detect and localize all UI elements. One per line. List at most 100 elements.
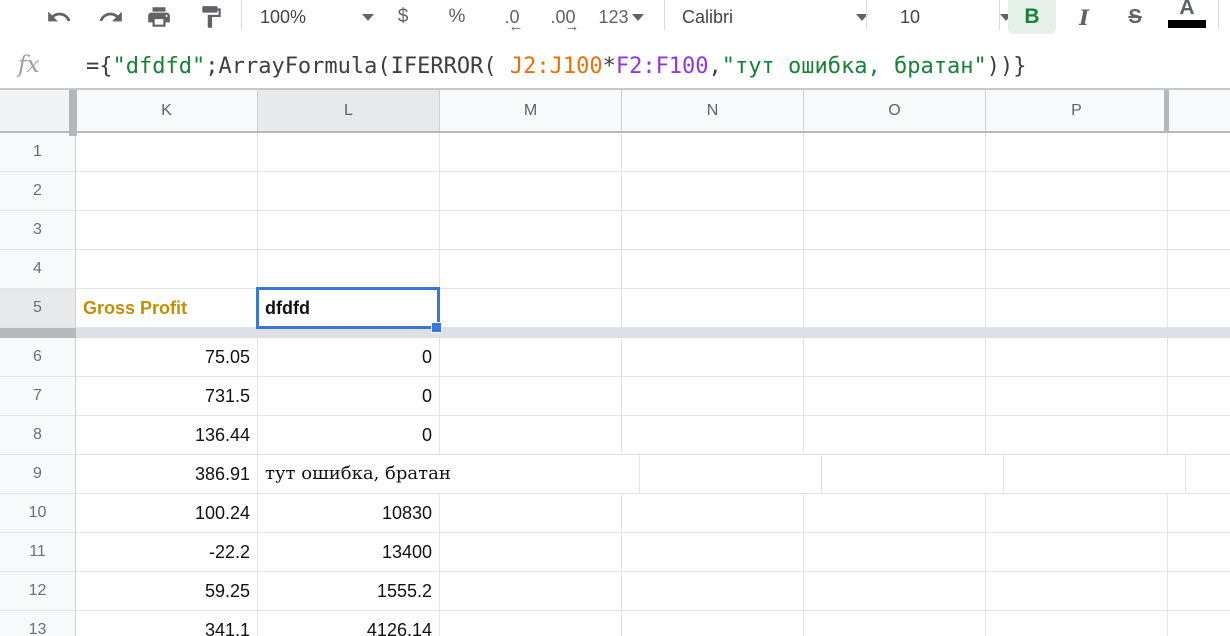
cell-partial-4[interactable] — [1168, 250, 1230, 289]
cell-P10[interactable] — [986, 494, 1168, 533]
cell-N9[interactable] — [639, 455, 822, 494]
cell-K6[interactable]: 75.05 — [76, 338, 258, 377]
cell-L6[interactable]: 0 — [258, 338, 440, 377]
cell-P4[interactable] — [986, 250, 1168, 289]
cell-N1[interactable] — [622, 133, 804, 172]
row-header-4[interactable]: 4 — [0, 250, 76, 289]
cell-partial-8[interactable] — [1168, 416, 1230, 455]
column-header-K[interactable]: K — [76, 90, 258, 131]
cell-M8[interactable] — [440, 416, 622, 455]
fill-handle[interactable] — [431, 322, 442, 333]
cell-M2[interactable] — [440, 172, 622, 211]
cell-N11[interactable] — [622, 533, 804, 572]
cell-O7[interactable] — [804, 377, 986, 416]
row-header-11[interactable]: 11 — [0, 533, 76, 572]
cell-L3[interactable] — [258, 211, 440, 250]
cell-P2[interactable] — [986, 172, 1168, 211]
cell-L7[interactable]: 0 — [258, 377, 440, 416]
cell-N12[interactable] — [622, 572, 804, 611]
decrease-decimal-button[interactable]: .0 ← — [492, 0, 532, 34]
cell-P3[interactable] — [986, 211, 1168, 250]
cell-partial-3[interactable] — [1168, 211, 1230, 250]
cell-partial-11[interactable] — [1168, 533, 1230, 572]
redo-button[interactable] — [92, 0, 130, 34]
row-header-6[interactable]: 6 — [0, 338, 76, 377]
cell-K9[interactable]: 386.91 — [76, 455, 258, 494]
cell-K8[interactable]: 136.44 — [76, 416, 258, 455]
cell-P12[interactable] — [986, 572, 1168, 611]
frozen-rows-handle[interactable] — [0, 328, 76, 338]
cell-partial-5[interactable] — [1168, 289, 1230, 328]
cell-N7[interactable] — [622, 377, 804, 416]
cell-K13[interactable]: 341.1 — [76, 611, 258, 636]
cell-L9[interactable]: тут ошибка, братан — [258, 455, 458, 494]
cell-M12[interactable] — [440, 572, 622, 611]
cell-K7[interactable]: 731.5 — [76, 377, 258, 416]
cell-L12[interactable]: 1555.2 — [258, 572, 440, 611]
cell-O3[interactable] — [804, 211, 986, 250]
cell-M10[interactable] — [440, 494, 622, 533]
row-header-3[interactable]: 3 — [0, 211, 76, 250]
cell-O12[interactable] — [804, 572, 986, 611]
cell-K12[interactable]: 59.25 — [76, 572, 258, 611]
cell-L13[interactable]: 4126.14 — [258, 611, 440, 636]
cell-K4[interactable] — [76, 250, 258, 289]
row-header-2[interactable]: 2 — [0, 172, 76, 211]
bold-button[interactable]: B — [1008, 0, 1056, 34]
cell-K1[interactable] — [76, 133, 258, 172]
cell-M5[interactable] — [440, 289, 622, 328]
column-header-partial[interactable] — [1168, 90, 1230, 131]
cell-L10[interactable]: 10830 — [258, 494, 440, 533]
cell-K10[interactable]: 100.24 — [76, 494, 258, 533]
cell-partial-6[interactable] — [1168, 338, 1230, 377]
cell-P13[interactable] — [986, 611, 1168, 636]
cell-L8[interactable]: 0 — [258, 416, 440, 455]
cell-L2[interactable] — [258, 172, 440, 211]
cell-O4[interactable] — [804, 250, 986, 289]
row-header-12[interactable]: 12 — [0, 572, 76, 611]
cell-M11[interactable] — [440, 533, 622, 572]
cell-partial-1[interactable] — [1168, 133, 1230, 172]
cell-N5[interactable] — [622, 289, 804, 328]
cell-P11[interactable] — [986, 533, 1168, 572]
frozen-columns-bar[interactable] — [69, 90, 77, 136]
column-header-L[interactable]: L — [258, 90, 440, 131]
row-header-8[interactable]: 8 — [0, 416, 76, 455]
cell-L11[interactable]: 13400 — [258, 533, 440, 572]
cell-K11[interactable]: -22.2 — [76, 533, 258, 572]
strikethrough-button[interactable]: S — [1116, 0, 1154, 34]
cell-partial-7[interactable] — [1168, 377, 1230, 416]
cell-partial-10[interactable] — [1168, 494, 1230, 533]
cell-N3[interactable] — [622, 211, 804, 250]
text-color-button[interactable]: A — [1164, 0, 1210, 32]
cell-L4[interactable] — [258, 250, 440, 289]
column-header-M[interactable]: M — [440, 90, 622, 131]
cell-partial-13[interactable] — [1168, 611, 1230, 636]
cell-P7[interactable] — [986, 377, 1168, 416]
cell-O8[interactable] — [804, 416, 986, 455]
cell-O10[interactable] — [804, 494, 986, 533]
print-button[interactable] — [140, 0, 178, 34]
percent-format-button[interactable]: % — [442, 0, 472, 34]
cell-M13[interactable] — [440, 611, 622, 636]
row-header-13[interactable]: 13 — [0, 611, 76, 636]
cell-N13[interactable] — [622, 611, 804, 636]
row-header-7[interactable]: 7 — [0, 377, 76, 416]
column-header-N[interactable]: N — [622, 90, 804, 131]
currency-format-button[interactable]: $ — [388, 0, 418, 34]
font-size-select[interactable]: 10 — [878, 0, 1018, 34]
cell-L1[interactable] — [258, 133, 440, 172]
cell-O9[interactable] — [821, 455, 1004, 494]
cell-N8[interactable] — [622, 416, 804, 455]
row-header-9[interactable]: 9 — [0, 455, 76, 494]
cell-K3[interactable] — [76, 211, 258, 250]
cell-P9[interactable] — [1003, 455, 1186, 494]
cell-N2[interactable] — [622, 172, 804, 211]
cell-O13[interactable] — [804, 611, 986, 636]
cell-O11[interactable] — [804, 533, 986, 572]
cell-P5[interactable] — [986, 289, 1168, 328]
cell-K2[interactable] — [76, 172, 258, 211]
cell-partial-12[interactable] — [1168, 572, 1230, 611]
cell-O2[interactable] — [804, 172, 986, 211]
undo-button[interactable] — [40, 0, 78, 34]
